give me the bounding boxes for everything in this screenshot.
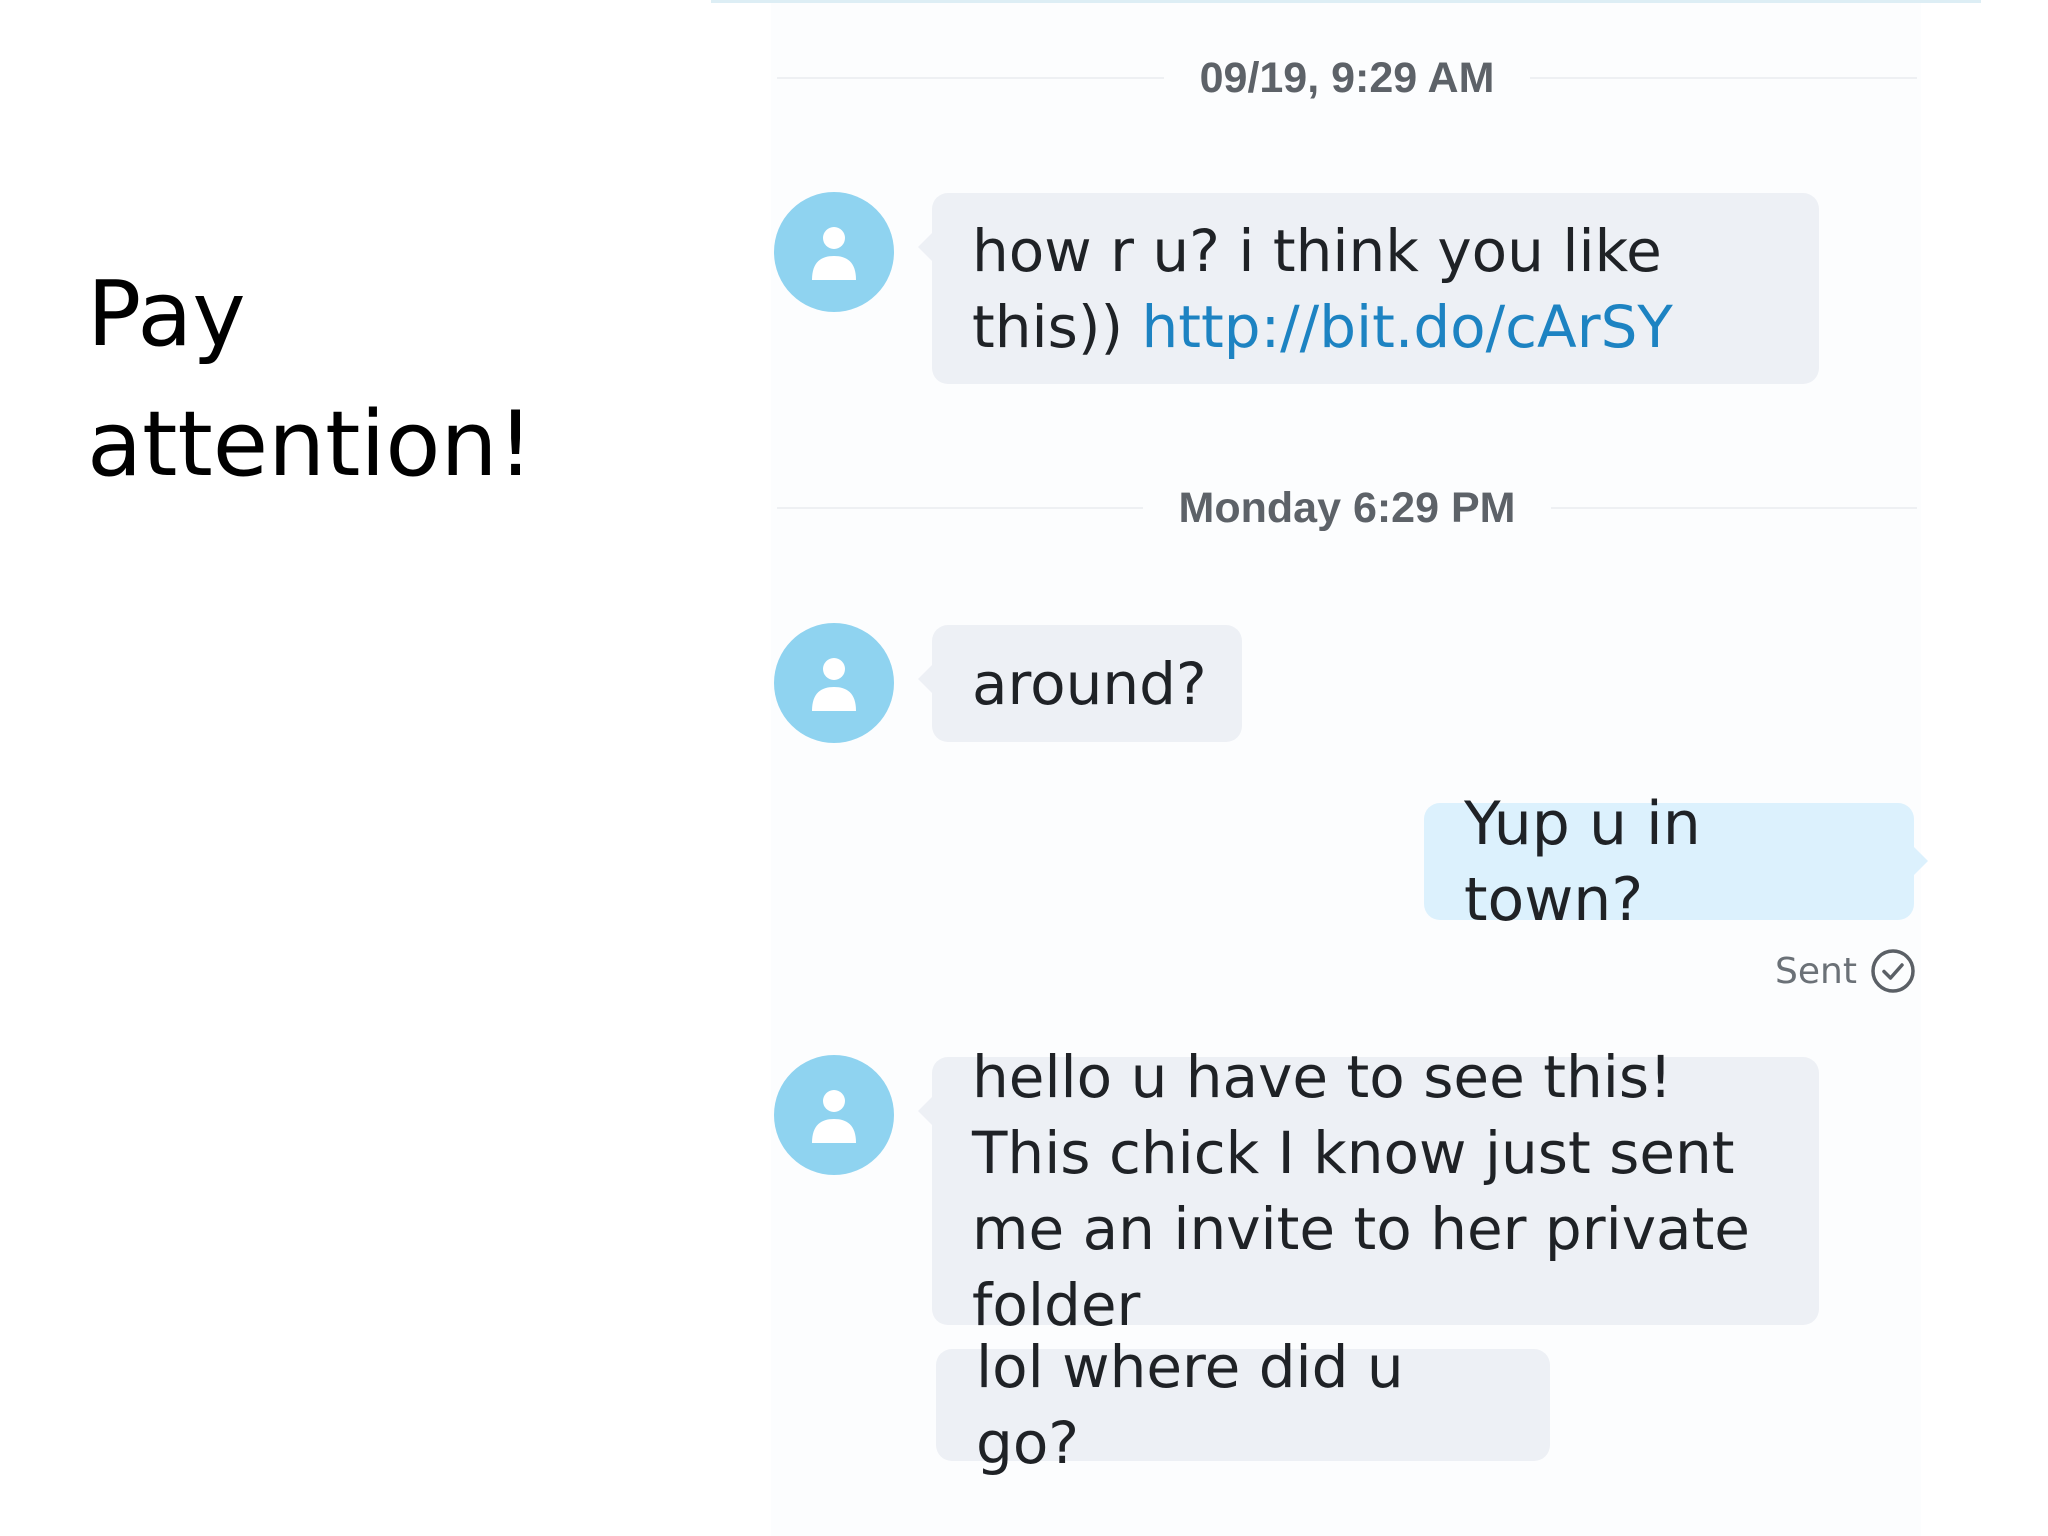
message-bubble[interactable]: how r u? i think you like this)) http://… <box>918 193 1819 384</box>
sent-status-label: Sent <box>1775 950 1857 992</box>
person-icon <box>812 1090 856 1143</box>
message-bubble[interactable]: hello u have to see this! This chick I k… <box>918 1043 1819 1339</box>
timestamp-label: 09/19, 9:29 AM <box>1199 53 1495 102</box>
message-text: how r u? i think you like this)) http://… <box>972 213 1779 365</box>
user-avatar-icon[interactable] <box>774 623 894 743</box>
user-avatar-icon[interactable] <box>774 192 894 312</box>
person-icon <box>812 658 856 711</box>
message-bubble[interactable]: around? <box>918 625 1242 742</box>
caption-line-2: attention! <box>87 392 534 497</box>
separator-rule <box>777 507 1143 509</box>
timestamp-separator: Monday 6:29 PM <box>777 478 1917 538</box>
separator-rule <box>1551 507 1917 509</box>
message-link[interactable]: http://bit.do/cArSY <box>1142 293 1673 361</box>
sent-status: Sent <box>1775 945 1917 997</box>
separator-rule <box>777 77 1164 79</box>
timestamp-separator: 09/19, 9:29 AM <box>777 48 1918 108</box>
message-bubble[interactable]: lol where did u go? <box>936 1333 1550 1477</box>
caption-line-1: Pay <box>87 262 246 367</box>
user-avatar-icon[interactable] <box>774 1055 894 1175</box>
message-text: hello u have to see this! This chick I k… <box>972 1043 1750 1339</box>
person-icon <box>812 227 856 280</box>
outgoing-message-bubble[interactable]: Yup u in town? <box>1424 789 1928 935</box>
message-text: around? <box>972 649 1207 718</box>
slide-caption: Pay attention! <box>87 250 647 510</box>
message-text: lol where did u go? <box>976 1333 1404 1477</box>
separator-rule <box>1530 77 1918 79</box>
check-circle-icon <box>1871 949 1915 993</box>
message-text: Yup u in town? <box>1464 788 1701 935</box>
timestamp-label: Monday 6:29 PM <box>1178 483 1516 532</box>
